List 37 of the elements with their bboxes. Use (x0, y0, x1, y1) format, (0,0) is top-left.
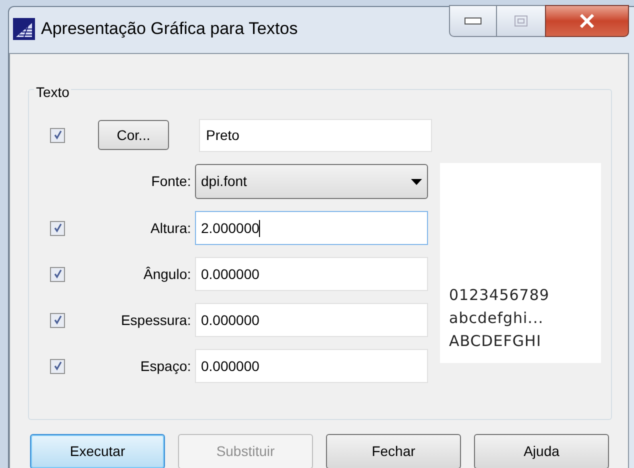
field-label: Altura: (150, 218, 192, 238)
checkmark-icon (52, 315, 62, 325)
font-dropdown[interactable]: dpi.font (195, 164, 428, 199)
number-field[interactable]: 0.000000 (195, 303, 428, 337)
close-button[interactable] (545, 5, 629, 37)
maximize-button[interactable] (497, 5, 545, 37)
number-field[interactable]: 0.000000 (195, 349, 428, 383)
checkbox[interactable] (50, 266, 65, 282)
checkmark-icon (52, 361, 62, 371)
color-button[interactable]: Cor... (98, 120, 169, 150)
checkmark-icon (52, 130, 62, 140)
minimize-icon (464, 17, 482, 25)
preview-text: ABCDEFGHI (449, 331, 542, 351)
field-label: Espessura: (120, 310, 192, 330)
window-title: Apresentação Gráfica para Textos (41, 18, 298, 40)
number-field[interactable]: 2.000000 (195, 211, 428, 245)
minimize-button[interactable] (449, 5, 497, 37)
dialog-button[interactable]: Fechar (326, 434, 461, 468)
dropdown-arrow-icon (411, 178, 422, 184)
number-field[interactable]: 0.000000 (195, 257, 428, 291)
field-label: Ângulo: (142, 264, 192, 284)
preview-text: abcdefghi... (449, 308, 544, 328)
checkbox[interactable] (50, 312, 65, 328)
checkmark-icon (52, 269, 62, 279)
checkbox[interactable] (50, 128, 65, 142)
checkmark-icon (52, 223, 62, 233)
dialog-button[interactable]: Executar (30, 434, 165, 468)
dialog-button[interactable]: Ajuda (474, 434, 609, 468)
maximize-icon (514, 15, 528, 27)
color-field[interactable]: Preto (199, 118, 432, 152)
field-label: Espaço: (139, 356, 192, 376)
preview-text: 0123456789 (449, 285, 550, 305)
font-label: Fonte: (150, 172, 192, 191)
app-icon (13, 18, 35, 40)
close-icon (579, 14, 595, 28)
checkbox[interactable] (50, 358, 65, 374)
checkbox[interactable] (50, 220, 65, 236)
